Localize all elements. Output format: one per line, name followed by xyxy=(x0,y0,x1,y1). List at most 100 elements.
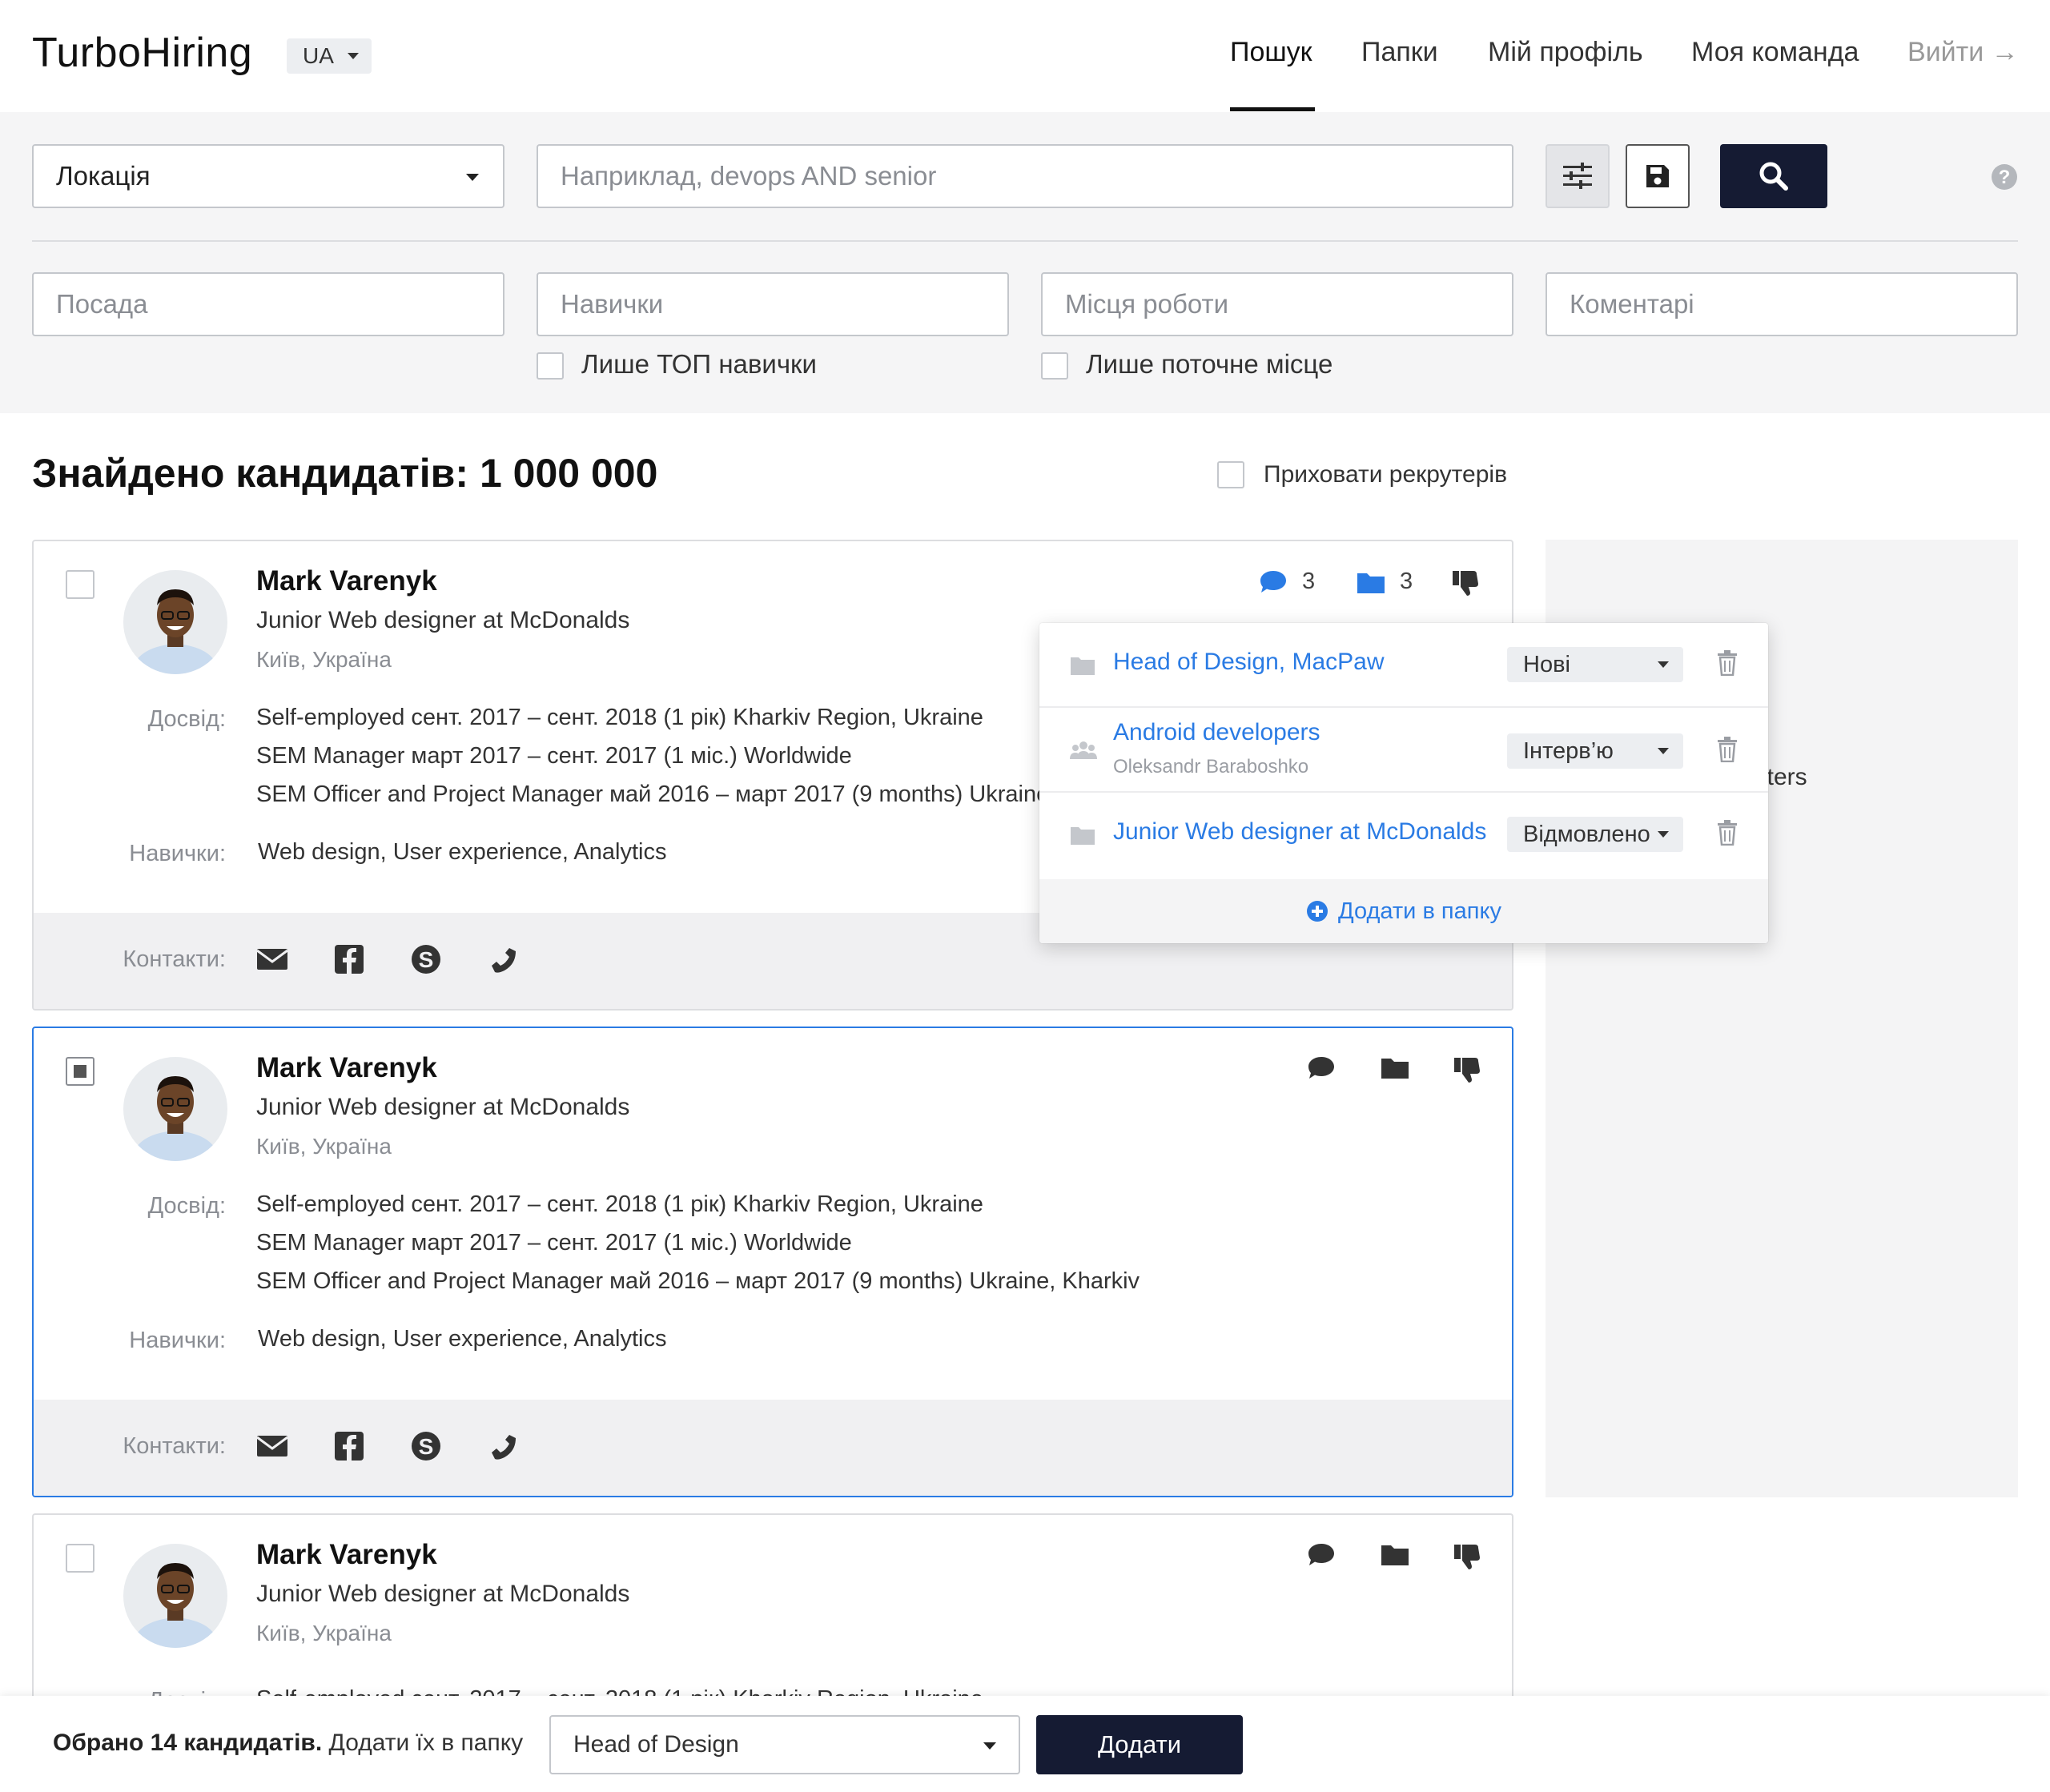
hide-recruiters-label: Приховати рекрутерів xyxy=(1264,461,1508,488)
location-select[interactable]: Локація xyxy=(32,144,504,208)
folders-button[interactable] xyxy=(1381,1055,1409,1079)
workplace-input[interactable]: Місця роботи xyxy=(1041,272,1513,336)
popup-folder-row[interactable]: Head of Design, MacPaw Нові xyxy=(1039,623,1768,708)
query-input[interactable]: Наприклад, devops AND senior xyxy=(537,144,1513,208)
facebook-icon[interactable] xyxy=(332,942,367,977)
nav-active-indicator xyxy=(1230,107,1315,111)
chevron-down-icon xyxy=(983,1742,996,1750)
thumbs-down-icon xyxy=(1454,1545,1480,1569)
comments-button[interactable] xyxy=(1307,1055,1336,1081)
add-to-folder-button[interactable]: Додати в папку xyxy=(1039,879,1768,943)
candidate-location: Київ, Україна xyxy=(256,1134,392,1159)
avatar[interactable] xyxy=(123,1544,227,1648)
facebook-icon[interactable] xyxy=(332,1428,367,1464)
experience-label: Досвід: xyxy=(147,1193,226,1219)
add-button[interactable]: Додати xyxy=(1036,1715,1243,1774)
nav-logout[interactable]: Вийти → xyxy=(1907,37,2019,68)
language-select[interactable]: UA xyxy=(287,38,372,74)
candidate-checkbox[interactable] xyxy=(66,570,94,599)
folder-icon xyxy=(1381,1059,1409,1079)
candidate-name[interactable]: Mark Varenyk xyxy=(256,1052,437,1084)
phone-icon[interactable] xyxy=(485,942,521,977)
hide-recruiters-checkbox[interactable] xyxy=(1217,461,1244,488)
candidate-checkbox[interactable] xyxy=(66,1544,94,1573)
candidate-position: Junior Web designer at McDonalds xyxy=(256,607,630,633)
team-icon xyxy=(1070,741,1097,759)
filters-button[interactable] xyxy=(1546,144,1610,208)
candidate-name[interactable]: Mark Varenyk xyxy=(256,565,437,597)
candidate-position: Junior Web designer at McDonalds xyxy=(256,1094,630,1120)
candidate-location: Київ, Україна xyxy=(256,647,392,672)
candidate-checkbox[interactable] xyxy=(66,1057,94,1086)
chevron-down-icon xyxy=(1658,661,1669,668)
floppy-disk-icon xyxy=(1646,165,1669,187)
comments-button[interactable]: 3 xyxy=(1259,569,1315,595)
email-icon[interactable] xyxy=(255,942,290,977)
folders-button[interactable] xyxy=(1381,1542,1409,1566)
reject-button[interactable] xyxy=(1453,1055,1481,1084)
status-select[interactable]: Відмовлено xyxy=(1507,817,1683,852)
folder-icon xyxy=(1071,827,1095,845)
avatar[interactable] xyxy=(123,1057,227,1161)
popup-folder-row[interactable]: Junior Web designer at McDonalds Відмовл… xyxy=(1039,793,1768,878)
top-skills-checkbox[interactable] xyxy=(537,352,564,380)
skype-icon[interactable]: S xyxy=(408,942,444,977)
svg-text:S: S xyxy=(419,947,434,972)
trash-icon[interactable] xyxy=(1717,650,1738,676)
divider xyxy=(32,240,2018,242)
chevron-down-icon xyxy=(348,53,359,59)
email-icon[interactable] xyxy=(255,1428,290,1464)
folder-name[interactable]: Android developers xyxy=(1113,719,1320,746)
comments-input[interactable]: Коментарі xyxy=(1546,272,2018,336)
avatar-image xyxy=(123,1544,227,1648)
target-folder-select[interactable]: Head of Design xyxy=(549,1715,1020,1774)
avatar-image xyxy=(123,570,227,674)
phone-icon[interactable] xyxy=(485,1428,521,1464)
status-value: Відмовлено xyxy=(1523,821,1650,847)
avatar[interactable] xyxy=(123,570,227,674)
trash-icon[interactable] xyxy=(1717,737,1738,762)
folder-icon xyxy=(1071,657,1095,675)
logo[interactable]: TurboHiring xyxy=(32,29,252,77)
current-place-checkbox[interactable] xyxy=(1041,352,1068,380)
thumbs-down-icon xyxy=(1454,1058,1480,1083)
popup-folder-row[interactable]: Android developers Oleksandr Baraboshko … xyxy=(1039,708,1768,793)
experience-item: Self-employed сент. 2017 – сент. 2018 (1… xyxy=(256,1191,983,1217)
reject-button[interactable] xyxy=(1451,569,1480,597)
skills-label: Навички: xyxy=(129,1328,226,1353)
selection-count: Обрано 14 кандидатів. xyxy=(53,1730,323,1756)
results-title: Знайдено кандидатів: 1 000 000 xyxy=(32,451,658,496)
status-select[interactable]: Інтерв’ю xyxy=(1507,733,1683,769)
trash-icon[interactable] xyxy=(1717,820,1738,846)
skype-icon[interactable]: S xyxy=(408,1428,444,1464)
status-value: Інтерв’ю xyxy=(1523,737,1614,764)
selection-hint: Додати їх в папку xyxy=(322,1730,524,1756)
save-search-button[interactable] xyxy=(1626,144,1690,208)
svg-text:?: ? xyxy=(1999,167,2011,188)
folders-count: 3 xyxy=(1400,569,1413,594)
folder-name[interactable]: Junior Web designer at McDonalds xyxy=(1113,818,1486,846)
nav-folders[interactable]: Папки xyxy=(1361,37,1438,68)
status-select[interactable]: Нові xyxy=(1507,647,1683,682)
comments-button[interactable] xyxy=(1307,1542,1336,1568)
skills-input[interactable]: Навички xyxy=(537,272,1009,336)
experience-item: SEM Manager март 2017 – сент. 2017 (1 мі… xyxy=(256,1230,852,1256)
comment-icon xyxy=(1260,570,1286,593)
chevron-down-icon xyxy=(1658,748,1669,754)
nav-my-profile[interactable]: Мій профіль xyxy=(1488,37,1643,68)
folders-button[interactable]: 3 xyxy=(1357,569,1413,595)
position-input[interactable]: Посада xyxy=(32,272,504,336)
skills-label: Навички: xyxy=(129,841,226,866)
folder-name[interactable]: Head of Design, MacPaw xyxy=(1113,649,1385,676)
thumbs-down-icon xyxy=(1453,571,1478,596)
search-button[interactable] xyxy=(1720,144,1827,208)
skills-value: Web design, User experience, Analytics xyxy=(258,1326,667,1352)
contacts-label: Контакти: xyxy=(123,1433,226,1459)
reject-button[interactable] xyxy=(1453,1542,1481,1571)
nav-search[interactable]: Пошук xyxy=(1230,37,1312,68)
current-place-label: Лише поточне місце xyxy=(1086,349,1333,379)
selection-bar: Обрано 14 кандидатів. Додати їх в папку … xyxy=(0,1696,2050,1792)
candidate-name[interactable]: Mark Varenyk xyxy=(256,1539,437,1571)
nav-my-team[interactable]: Моя команда xyxy=(1691,37,1859,68)
help-icon[interactable]: ? xyxy=(1991,163,2018,191)
